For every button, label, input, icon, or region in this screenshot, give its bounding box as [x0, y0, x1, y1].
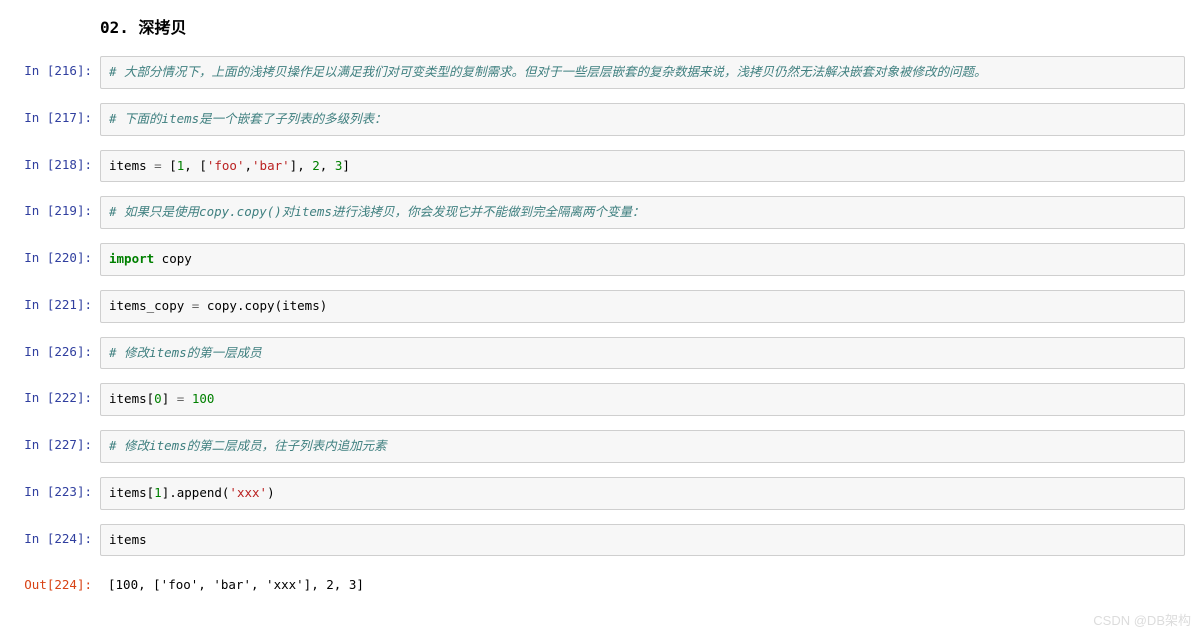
- section-heading: 02. 深拷贝: [100, 14, 1185, 38]
- input-prompt: In [218]:: [18, 150, 100, 174]
- input-prompt: In [222]:: [18, 383, 100, 407]
- code-input[interactable]: items_copy = copy.copy(items): [100, 290, 1185, 323]
- input-cell: In [219]: # 如果只是使用copy.copy()对items进行浅拷贝，…: [18, 196, 1185, 229]
- input-cell: In [220]:import copy: [18, 243, 1185, 276]
- code-input[interactable]: items[0] = 100: [100, 383, 1185, 416]
- code-comment: # 下面的items是一个嵌套了子列表的多级列表：: [109, 111, 387, 126]
- input-cell: In [227]: # 修改items的第二层成员，往子列表内追加元素: [18, 430, 1185, 463]
- code-input[interactable]: # 修改items的第一层成员: [100, 337, 1185, 370]
- code-input[interactable]: # 如果只是使用copy.copy()对items进行浅拷贝，你会发现它并不能做…: [100, 196, 1185, 229]
- input-cell: In [224]:items: [18, 524, 1185, 557]
- input-prompt: In [220]:: [18, 243, 100, 267]
- input-cell: In [226]: # 修改items的第一层成员: [18, 337, 1185, 370]
- code-input[interactable]: # 大部分情况下，上面的浅拷贝操作足以满足我们对可变类型的复制需求。但对于一些层…: [100, 56, 1185, 89]
- input-prompt: In [221]:: [18, 290, 100, 314]
- input-prompt: In [227]:: [18, 430, 100, 454]
- input-prompt: In [224]:: [18, 524, 100, 548]
- input-prompt: In [217]:: [18, 103, 100, 127]
- input-prompt: In [216]:: [18, 56, 100, 80]
- input-prompt: In [226]:: [18, 337, 100, 361]
- code-input[interactable]: # 修改items的第二层成员，往子列表内追加元素: [100, 430, 1185, 463]
- input-cell: In [221]:items_copy = copy.copy(items): [18, 290, 1185, 323]
- cell-container: In [216]: # 大部分情况下，上面的浅拷贝操作足以满足我们对可变类型的复制…: [18, 56, 1185, 601]
- input-cell: In [223]:items[1].append('xxx'): [18, 477, 1185, 510]
- output-prompt: Out[224]:: [18, 570, 100, 594]
- notebook: 02. 深拷贝 In [216]: # 大部分情况下，上面的浅拷贝操作足以满足我们…: [0, 0, 1203, 635]
- code-comment: # 如果只是使用copy.copy()对items进行浅拷贝，你会发现它并不能做…: [109, 204, 644, 219]
- code-input[interactable]: # 下面的items是一个嵌套了子列表的多级列表：: [100, 103, 1185, 136]
- code-comment: # 大部分情况下，上面的浅拷贝操作足以满足我们对可变类型的复制需求。但对于一些层…: [109, 64, 987, 79]
- input-prompt: In [219]:: [18, 196, 100, 220]
- code-input[interactable]: import copy: [100, 243, 1185, 276]
- output-area: [100, ['foo', 'bar', 'xxx'], 2, 3]: [100, 570, 1185, 601]
- code-input[interactable]: items: [100, 524, 1185, 557]
- input-prompt: In [223]:: [18, 477, 100, 501]
- input-cell: In [222]:items[0] = 100: [18, 383, 1185, 416]
- input-cell: In [217]: # 下面的items是一个嵌套了子列表的多级列表：: [18, 103, 1185, 136]
- input-cell: In [218]:items = [1, ['foo','bar'], 2, 3…: [18, 150, 1185, 183]
- code-input[interactable]: items[1].append('xxx'): [100, 477, 1185, 510]
- code-comment: # 修改items的第一层成员: [109, 345, 262, 360]
- code-input[interactable]: items = [1, ['foo','bar'], 2, 3]: [100, 150, 1185, 183]
- code-comment: # 修改items的第二层成员，往子列表内追加元素: [109, 438, 387, 453]
- input-cell: In [216]: # 大部分情况下，上面的浅拷贝操作足以满足我们对可变类型的复制…: [18, 56, 1185, 89]
- output-cell: Out[224]:[100, ['foo', 'bar', 'xxx'], 2,…: [18, 570, 1185, 601]
